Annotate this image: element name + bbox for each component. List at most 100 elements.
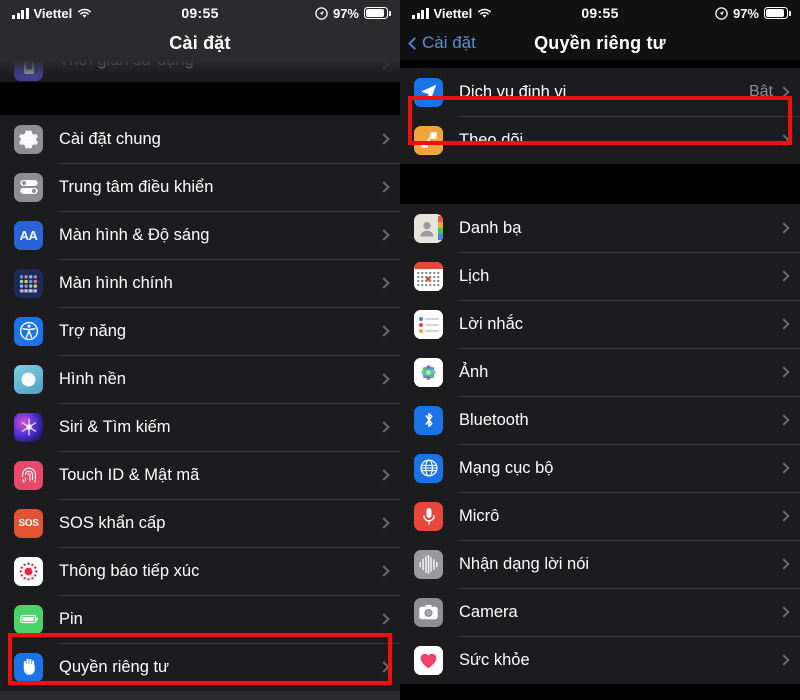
list-item-label: Danh bạ bbox=[459, 218, 522, 237]
list-item-label: Quyền riêng tư bbox=[59, 657, 170, 676]
chevron-right-icon bbox=[778, 86, 790, 98]
chevron-right-icon bbox=[378, 277, 390, 289]
list-item[interactable]: Nhận dạng lời nói bbox=[400, 540, 800, 588]
list-item-label: Lời nhắc bbox=[459, 314, 524, 333]
list-item-label: Trợ năng bbox=[59, 321, 127, 340]
gear-icon bbox=[14, 124, 43, 154]
list-item-label: Nhận dạng lời nói bbox=[459, 554, 590, 573]
section-gap bbox=[0, 82, 400, 115]
privacy-section-one: Dịch vụ định vị Bật Theo dõi bbox=[400, 68, 800, 164]
list-item[interactable]: Cài đặt chung bbox=[0, 115, 400, 163]
list-item-label: Pin bbox=[59, 609, 83, 628]
top-gap bbox=[400, 60, 800, 68]
nav-bar-left: Cài đặt bbox=[0, 26, 400, 60]
list-item[interactable]: Dịch vụ định vị Bật bbox=[400, 68, 800, 116]
list-item[interactable]: Theo dõi bbox=[400, 116, 800, 164]
list-item[interactable]: Trợ năng bbox=[0, 307, 400, 355]
list-item-value: Bật bbox=[748, 83, 773, 100]
settings-list-partial: Thời gian sử dụng bbox=[0, 60, 400, 82]
list-item[interactable]: Thời gian sử dụng bbox=[0, 60, 400, 82]
list-item-label: Màn hình & Độ sáng bbox=[59, 225, 210, 244]
status-bar-left: Viettel 09:55 97% bbox=[0, 0, 400, 26]
cellular-bars-icon bbox=[12, 7, 29, 19]
list-item[interactable]: Lời nhắc bbox=[400, 300, 800, 348]
chevron-right-icon bbox=[778, 606, 790, 618]
battery-percent-label: 97% bbox=[332, 5, 359, 21]
chevron-right-icon bbox=[378, 613, 390, 625]
screen-time-icon bbox=[14, 60, 43, 81]
list-item-label: Thời gian sử dụng bbox=[59, 60, 194, 69]
list-item-label: Touch ID & Mật mã bbox=[59, 465, 200, 484]
list-item-label: Màn hình chính bbox=[59, 273, 173, 292]
list-item-label: Mạng cục bộ bbox=[459, 458, 554, 477]
list-item[interactable]: Touch ID & Mật mã bbox=[0, 451, 400, 499]
local-network-icon bbox=[414, 453, 443, 483]
back-button[interactable]: Cài đặt bbox=[400, 33, 476, 53]
microphone-icon bbox=[414, 501, 443, 531]
list-item[interactable]: Lịch bbox=[400, 252, 800, 300]
chevron-right-icon bbox=[778, 134, 790, 146]
chevron-right-icon bbox=[778, 222, 790, 234]
list-item[interactable]: Camera bbox=[400, 588, 800, 636]
list-item[interactable]: Siri & Tìm kiếm bbox=[0, 403, 400, 451]
nav-bar-right: Cài đặt Quyền riêng tư bbox=[400, 26, 800, 60]
reminders-icon bbox=[414, 309, 443, 339]
list-item-label: Siri & Tìm kiếm bbox=[59, 417, 171, 436]
list-item-label: Thông báo tiếp xúc bbox=[59, 561, 200, 580]
status-bar-right-group: 97% bbox=[315, 5, 391, 21]
chevron-right-icon bbox=[378, 229, 390, 241]
chevron-right-icon bbox=[378, 373, 390, 385]
list-item[interactable]: Micrô bbox=[400, 492, 800, 540]
status-bar-left-group: Viettel bbox=[412, 6, 492, 21]
list-item-label: Ảnh bbox=[459, 362, 489, 381]
chevron-right-icon bbox=[778, 270, 790, 282]
battery-icon bbox=[364, 7, 391, 19]
list-item[interactable]: Trung tâm điều khiển bbox=[0, 163, 400, 211]
list-item[interactable]: Quyền riêng tư bbox=[0, 643, 400, 691]
list-item[interactable]: Danh bạ bbox=[400, 204, 800, 252]
list-item[interactable]: SOS SOS khẩn cấp bbox=[0, 499, 400, 547]
dual-screenshot-container: Viettel 09:55 97% Cài đặt Thời gian sử d… bbox=[0, 0, 800, 700]
settings-screen: Viettel 09:55 97% Cài đặt Thời gian sử d… bbox=[0, 0, 400, 700]
location-arrow-icon bbox=[414, 77, 443, 107]
list-item-label: Dịch vụ định vị bbox=[459, 82, 567, 101]
chevron-right-icon bbox=[378, 469, 390, 481]
photos-icon bbox=[414, 357, 443, 387]
privacy-section-two: Danh bạ Lịch Lời nhắc Ảnh Bluetooth Mạng cục … bbox=[400, 204, 800, 684]
cellular-bars-icon bbox=[412, 7, 429, 19]
list-item[interactable]: Bluetooth bbox=[400, 396, 800, 444]
privacy-screen: Viettel 09:55 97% Cài đặt Quyền riêng tư bbox=[400, 0, 800, 700]
list-item[interactable]: Sức khỏe bbox=[400, 636, 800, 684]
wifi-icon bbox=[477, 8, 492, 19]
list-item[interactable]: Pin bbox=[0, 595, 400, 643]
list-item[interactable]: AA Màn hình & Độ sáng bbox=[0, 211, 400, 259]
list-item[interactable]: Ảnh bbox=[400, 348, 800, 396]
list-item-label: Hình nền bbox=[59, 369, 126, 388]
list-item[interactable]: Màn hình chính bbox=[0, 259, 400, 307]
health-icon bbox=[414, 645, 443, 675]
list-item[interactable]: Hình nền bbox=[0, 355, 400, 403]
wallpaper-icon bbox=[14, 364, 43, 394]
status-bar-right-group: 97% bbox=[715, 5, 791, 21]
chevron-right-icon bbox=[378, 60, 390, 70]
bluetooth-icon bbox=[414, 405, 443, 435]
home-screen-icon bbox=[14, 268, 43, 298]
list-item[interactable]: Mạng cục bộ bbox=[400, 444, 800, 492]
page-title: Cài đặt bbox=[169, 32, 231, 53]
contacts-icon bbox=[414, 213, 443, 243]
carrier-label: Viettel bbox=[433, 5, 473, 21]
section-gap bbox=[400, 164, 800, 204]
chevron-right-icon bbox=[378, 181, 390, 193]
chevron-right-icon bbox=[378, 565, 390, 577]
display-brightness-icon: AA bbox=[14, 220, 43, 250]
control-center-icon bbox=[14, 172, 43, 202]
speech-recognition-icon bbox=[414, 549, 443, 579]
chevron-right-icon bbox=[778, 462, 790, 474]
status-bar-right: Viettel 09:55 97% bbox=[400, 0, 800, 26]
list-item[interactable]: Thông báo tiếp xúc bbox=[0, 547, 400, 595]
back-button-label: Cài đặt bbox=[422, 33, 476, 52]
chevron-right-icon bbox=[778, 558, 790, 570]
battery-percent-label: 97% bbox=[732, 5, 759, 21]
list-item-label: Theo dõi bbox=[459, 130, 524, 149]
siri-icon bbox=[14, 412, 43, 442]
